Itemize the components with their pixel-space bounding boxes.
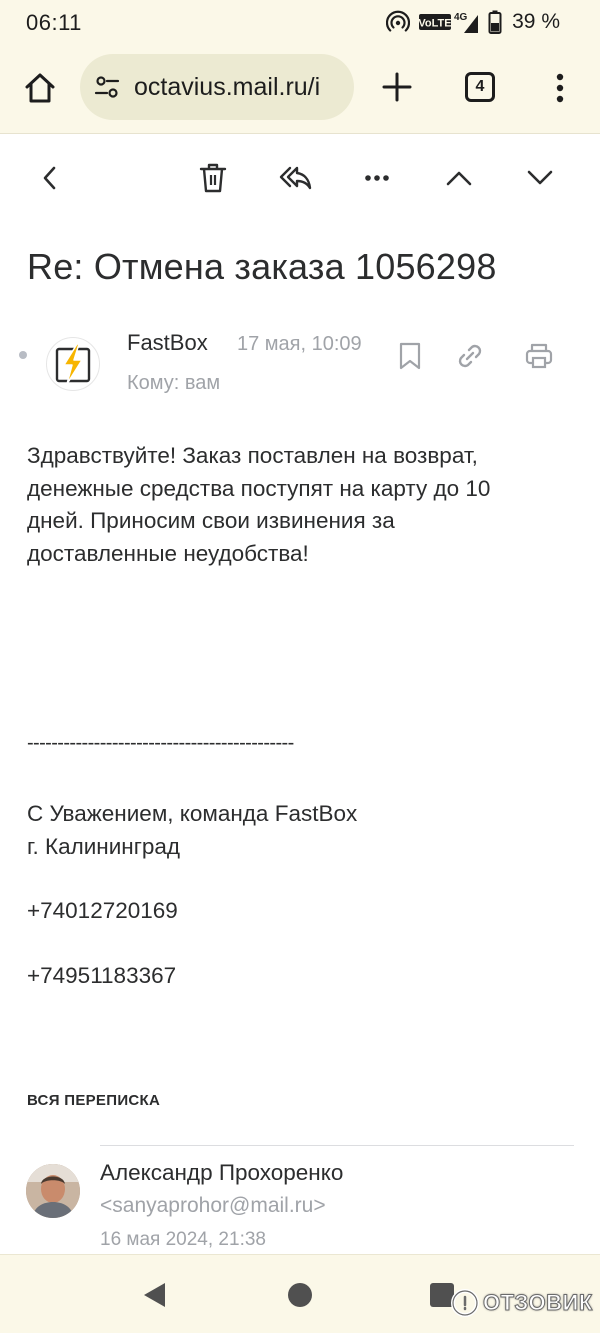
watermark-text: ОТЗОВИК xyxy=(483,1290,593,1316)
chevron-down-icon xyxy=(527,170,553,185)
recipient[interactable]: Кому: вам xyxy=(127,372,220,395)
fastbox-logo-icon xyxy=(55,343,91,385)
tab-count: 4 xyxy=(475,78,485,95)
network-label: VoLTE xyxy=(419,18,452,30)
print-button[interactable] xyxy=(520,337,558,375)
thread-date: 16 мая 2024, 21:38 xyxy=(100,1229,266,1250)
copy-link-button[interactable] xyxy=(451,337,489,375)
new-tab-button[interactable] xyxy=(378,68,416,106)
sender-name[interactable]: FastBox xyxy=(127,330,208,356)
previous-message-button[interactable] xyxy=(437,156,481,200)
battery-percent: 39 % xyxy=(512,10,560,33)
otzovik-logo-icon xyxy=(451,1289,479,1317)
more-icon xyxy=(365,175,389,181)
phone-link[interactable]: +74951183367 xyxy=(27,963,176,989)
avatar[interactable] xyxy=(26,1164,80,1218)
signature: С Уважением, команда FastBox г. Калининг… xyxy=(27,797,357,863)
status-bar: 06:11 VoLTE 4G 39 % xyxy=(0,0,600,46)
more-button[interactable] xyxy=(355,156,399,200)
back-button[interactable] xyxy=(28,156,72,200)
thread-sender-email: <sanyaprohor@mail.ru> xyxy=(100,1194,326,1217)
next-message-button[interactable] xyxy=(518,156,562,200)
message-subject: Re: Отмена заказа 1056298 xyxy=(27,246,497,287)
thread-heading: ВСЯ ПЕРЕПИСКА xyxy=(27,1092,161,1109)
body-line: дней. Приносим свои извинения за xyxy=(27,508,395,533)
phone-link[interactable]: +74012720169 xyxy=(27,898,178,924)
divider xyxy=(100,1145,574,1146)
hotspot-icon xyxy=(386,10,411,34)
nav-home-button[interactable] xyxy=(282,1277,318,1313)
new-tab-icon xyxy=(382,72,412,102)
back-icon xyxy=(43,166,56,190)
site-settings-icon[interactable] xyxy=(94,74,120,100)
user-photo-icon xyxy=(26,1164,80,1218)
overflow-menu-icon[interactable] xyxy=(546,68,574,108)
reply-all-icon xyxy=(279,166,312,190)
thread-sender-name[interactable]: Александр Прохоренко xyxy=(100,1160,343,1186)
home-button[interactable] xyxy=(20,68,60,108)
network-type: 4G xyxy=(454,12,468,23)
bookmark-icon xyxy=(399,342,421,370)
bookmark-button[interactable] xyxy=(391,337,429,375)
unread-dot[interactable] xyxy=(19,351,27,359)
link-icon xyxy=(458,344,482,368)
delete-button[interactable] xyxy=(191,156,235,200)
url-text: octavius.mail.ru/i xyxy=(134,72,321,101)
browser-chrome: 06:11 VoLTE 4G 39 % octavius.mail.ru/i 4 xyxy=(0,0,600,134)
volte-icon: VoLTE 4G xyxy=(418,9,480,35)
sender-avatar[interactable] xyxy=(46,337,100,391)
watermark: ОТЗОВИК xyxy=(450,1287,593,1319)
chevron-up-icon xyxy=(446,171,472,186)
body-line: денежные средства поступят на карту до 1… xyxy=(27,475,491,501)
signature-line: г. Калининград xyxy=(27,834,181,859)
status-icons: VoLTE 4G 39 % xyxy=(386,9,560,35)
print-icon xyxy=(525,343,553,369)
nav-home-icon xyxy=(288,1283,312,1307)
battery-icon xyxy=(488,10,502,34)
body-line: доставленные неудобства! xyxy=(27,540,309,566)
trash-icon xyxy=(199,163,227,193)
body-line: Здравствуйте! Заказ поставлен на возврат… xyxy=(27,443,478,468)
url-row: octavius.mail.ru/i 4 xyxy=(0,52,600,124)
address-bar[interactable]: octavius.mail.ru/i xyxy=(80,54,354,120)
nav-back-icon xyxy=(144,1283,165,1307)
signature-separator: ----------------------------------------… xyxy=(27,732,294,754)
message-date: 17 мая, 10:09 xyxy=(237,333,362,355)
tab-switcher-icon[interactable]: 4 xyxy=(465,72,495,102)
status-time: 06:11 xyxy=(26,10,82,35)
signature-line: С Уважением, команда FastBox xyxy=(27,801,358,826)
home-icon xyxy=(25,73,55,103)
message-body: Здравствуйте! Заказ поставлен на возврат… xyxy=(27,440,575,570)
mail-toolbar xyxy=(0,140,600,216)
system-nav-bar: ОТЗОВИК xyxy=(0,1254,600,1333)
nav-back-button[interactable] xyxy=(136,1277,172,1313)
reply-all-button[interactable] xyxy=(273,156,317,200)
